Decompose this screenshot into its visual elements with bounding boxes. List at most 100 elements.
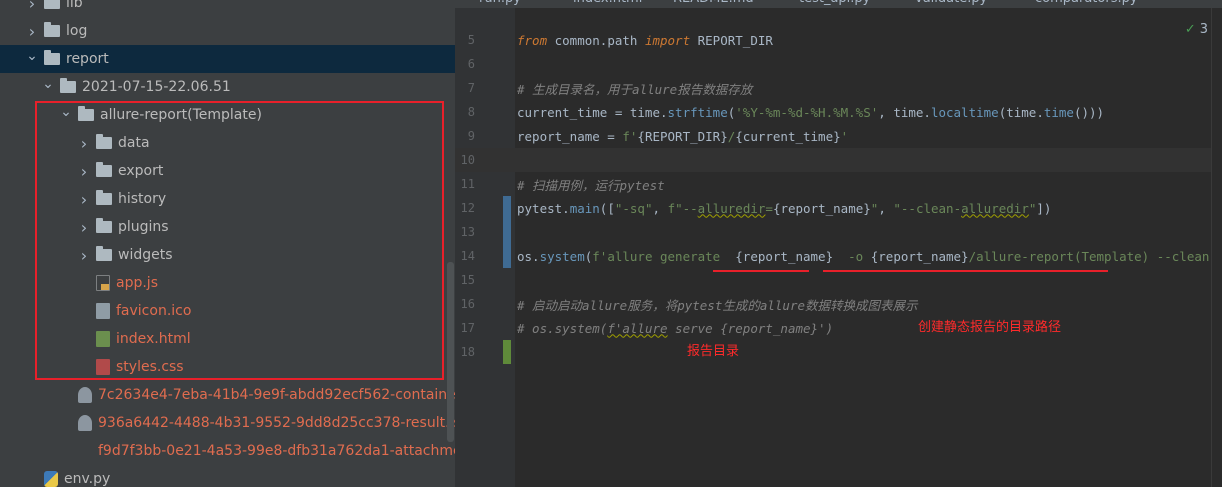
tree-item[interactable]: ⌄ report <box>0 45 455 73</box>
code-token: , time. <box>878 104 931 120</box>
code-token: , <box>652 200 668 216</box>
editor-tab[interactable]: comparators.py <box>1035 0 1138 6</box>
line-number: 9 <box>467 129 475 143</box>
editor-tab[interactable]: README.md <box>673 0 754 6</box>
editor-tab[interactable]: test_api.py <box>799 0 870 6</box>
vcs-change-marker[interactable] <box>503 220 511 244</box>
code-token: f'allure <box>607 320 668 336</box>
chevron-right-icon[interactable]: › <box>76 246 92 265</box>
chevron-right-icon[interactable]: › <box>76 218 92 237</box>
editor-tab[interactable]: validate.py <box>915 0 987 6</box>
code-line[interactable]: 14 os.system(f'allure generate {report_na… <box>455 244 1222 268</box>
tree-item-label: widgets <box>118 247 173 263</box>
code-token: # 生成目录名，用于allure报告数据存放 <box>517 81 753 97</box>
code-text: os.system(f'allure generate {report_name… <box>517 249 1222 264</box>
tree-item[interactable]: styles.css <box>0 353 455 381</box>
line-number: 5 <box>467 33 475 47</box>
tree-item[interactable]: env.py <box>0 465 455 487</box>
code-line[interactable]: 5 from common.path import REPORT_DIR <box>455 28 1222 52</box>
code-line[interactable]: 16 # 启动启动allure服务，将pytest生成的allure数据转换成图表… <box>455 292 1222 316</box>
tree-item[interactable]: favicon.ico <box>0 297 455 325</box>
chevron-down-icon[interactable]: ⌄ <box>24 48 40 64</box>
annotation-underline-report-name <box>713 270 809 272</box>
tree-item[interactable]: 936a6442-4488-4b31-9552-9dd8d25cc378-res… <box>0 409 455 437</box>
tree-item[interactable]: ⌄ 2021-07-15-22.06.51 <box>0 73 455 101</box>
code-line[interactable]: 8 current_time = time.strftime('%Y-%m-%d-… <box>455 100 1222 124</box>
tree-item-label: export <box>118 163 164 179</box>
code-line[interactable]: 12 pytest.main(["-sq", f"--alluredir={rep… <box>455 196 1222 220</box>
code-token: f"-- <box>667 200 698 216</box>
tree-item[interactable]: › log <box>0 17 455 45</box>
line-number: 11 <box>460 177 475 191</box>
code-token: # 扫描用例，运行pytest <box>517 177 665 193</box>
code-token: f'allure generate <box>592 248 736 264</box>
tree-item-label: plugins <box>118 219 169 235</box>
code-token: (time. <box>998 104 1044 120</box>
code-token: strftime <box>667 104 728 120</box>
code-line[interactable]: 9 report_name = f'{REPORT_DIR}/{current_t… <box>455 124 1222 148</box>
code-token: "--clean- <box>893 200 962 216</box>
code-line[interactable]: 17 # os.system(f'allure serve {report_nam… <box>455 316 1222 340</box>
code-token: {report_name} <box>735 248 834 264</box>
code-line[interactable]: 10 <box>455 148 1222 172</box>
code-token: common.path <box>547 32 645 48</box>
tree-item[interactable]: app.js <box>0 269 455 297</box>
vcs-change-marker[interactable] <box>503 340 511 364</box>
code-line[interactable]: 6 <box>455 52 1222 76</box>
chevron-right-icon[interactable]: › <box>76 134 92 153</box>
chevron-right-icon[interactable]: › <box>24 0 40 13</box>
vcs-change-marker[interactable] <box>503 244 511 268</box>
tree-scrollbar[interactable] <box>447 262 454 442</box>
json-file-icon <box>78 387 92 403</box>
project-tree-panel: › lib › log ⌄ report ⌄ 2021-07-15-22.06.51 ⌄ allu… <box>0 0 455 487</box>
tree-item[interactable]: › data <box>0 129 455 157</box>
code-token: localtime <box>930 104 999 120</box>
txt-file-icon <box>78 443 92 459</box>
json-file-icon <box>78 415 92 431</box>
tree-item[interactable]: › plugins <box>0 213 455 241</box>
code-token: main <box>569 200 600 216</box>
code-line[interactable]: 18 <box>455 340 1222 364</box>
folder-icon <box>44 22 60 37</box>
chevron-down-icon[interactable]: ⌄ <box>58 104 74 120</box>
code-line[interactable]: 7 # 生成目录名，用于allure报告数据存放 <box>455 76 1222 100</box>
tree-item[interactable]: f9d7f3bb-0e21-4a53-99e8-dfb31a762da1-att… <box>0 437 455 465</box>
editor-tab[interactable]: run.py <box>479 0 521 6</box>
code-text: current_time = time.strftime('%Y-%m-%d-%… <box>517 105 1104 120</box>
code-token: ]) <box>1036 200 1052 216</box>
tree-item-label: 7c2634e4-7eba-41b4-9e9f-abdd92ecf562-con… <box>98 387 455 403</box>
chevron-down-icon[interactable]: ⌄ <box>40 76 56 92</box>
inspection-widget[interactable]: ✓ 3 <box>1185 22 1208 37</box>
code-token: serve {report_name}') <box>667 320 834 336</box>
tree-item[interactable]: 7c2634e4-7eba-41b4-9e9f-abdd92ecf562-con… <box>0 381 455 409</box>
tree-item-label: history <box>118 191 167 207</box>
vcs-change-marker[interactable] <box>503 196 511 220</box>
ico-file-icon <box>96 303 110 319</box>
chevron-right-icon[interactable]: › <box>76 190 92 209</box>
line-number: 14 <box>460 249 475 263</box>
tree-item[interactable]: › export <box>0 157 455 185</box>
tree-item[interactable]: ⌄ allure-report(Template) <box>0 101 455 129</box>
line-number: 6 <box>467 57 475 71</box>
chevron-right-icon[interactable]: › <box>76 162 92 181</box>
editor-tab[interactable]: index.html <box>573 0 642 6</box>
tree-item[interactable]: › lib <box>0 0 455 17</box>
code-token: import <box>644 32 691 48</box>
code-token: {report_name} <box>870 248 969 264</box>
code-text: # os.system(f'allure serve {report_name}… <box>517 321 833 336</box>
code-line[interactable]: 13 <box>455 220 1222 244</box>
code-token: os. <box>517 248 540 264</box>
code-token: , <box>878 200 894 216</box>
tree-item[interactable]: › widgets <box>0 241 455 269</box>
inspection-count: 3 <box>1199 22 1208 37</box>
tree-item-label: lib <box>66 0 83 11</box>
tree-item[interactable]: › history <box>0 185 455 213</box>
chevron-right-icon[interactable]: › <box>24 22 40 41</box>
code-token: ([ <box>599 200 615 216</box>
code-line[interactable]: 11 # 扫描用例，运行pytest <box>455 172 1222 196</box>
tree-item[interactable]: index.html <box>0 325 455 353</box>
editor-scrollbar[interactable] <box>1211 8 1222 487</box>
code-editor[interactable]: run.py index.html README.md test_api.py vali… <box>455 0 1222 487</box>
